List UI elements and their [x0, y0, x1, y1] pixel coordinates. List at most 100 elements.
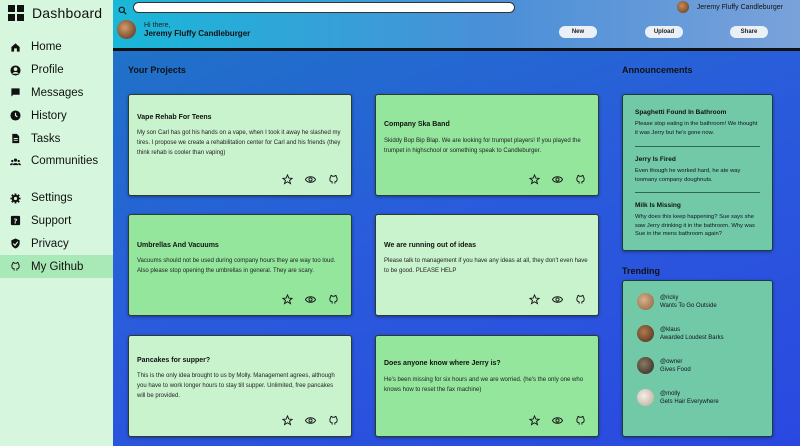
announcement-body: Why does this keep happening? Sue says s…: [635, 214, 755, 237]
sidebar-item-home[interactable]: Home: [0, 36, 113, 59]
search-input[interactable]: [133, 2, 515, 13]
upload-button[interactable]: Upload: [645, 26, 683, 38]
project-title: We are running out of ideas: [384, 242, 477, 249]
project-actions: [529, 415, 586, 426]
project-actions: [529, 174, 586, 185]
sidebar-item-label: Communities: [31, 155, 99, 168]
sidebar-item-privacy[interactable]: Privacy: [0, 232, 113, 255]
trending-title: Trending: [622, 266, 660, 276]
eye-icon[interactable]: [552, 415, 563, 426]
avatar: [637, 293, 654, 310]
new-button[interactable]: New: [559, 26, 597, 38]
avatar: [117, 20, 136, 39]
avatar: [637, 389, 654, 406]
star-icon[interactable]: [282, 294, 293, 305]
trending-item[interactable]: @ricky Wants To Go Outside: [637, 293, 717, 310]
github-icon[interactable]: [328, 294, 339, 305]
star-icon[interactable]: [282, 415, 293, 426]
star-icon[interactable]: [529, 174, 540, 185]
project-description: He's been missing for six hours and we a…: [384, 377, 584, 393]
trending-username: @owner: [660, 358, 683, 365]
star-icon[interactable]: [282, 174, 293, 185]
sidebar-item-label: History: [31, 109, 67, 122]
star-icon[interactable]: [529, 415, 540, 426]
announcement-title: Milk Is Missing: [635, 202, 681, 209]
github-icon[interactable]: [328, 415, 339, 426]
project-card[interactable]: Umbrellas And Vacuums Vacuums should not…: [128, 214, 352, 316]
project-card[interactable]: Does anyone know where Jerry is? He's be…: [375, 335, 599, 437]
sidebar-item-messages[interactable]: Messages: [0, 82, 113, 105]
sidebar-item-support[interactable]: ? Support: [0, 210, 113, 233]
trending-username: @molly: [660, 390, 681, 397]
project-actions: [282, 415, 339, 426]
project-actions: [282, 174, 339, 185]
trending-item[interactable]: @owner Gives Food: [637, 357, 691, 374]
project-card[interactable]: Pancakes for supper? This is the only id…: [128, 335, 352, 437]
announcement-item[interactable]: Milk Is Missing Why does this keep happe…: [635, 202, 760, 239]
profile-icon: [10, 65, 21, 76]
project-title: Umbrellas And Vacuums: [137, 242, 219, 249]
project-card[interactable]: We are running out of ideas Please talk …: [375, 214, 599, 316]
user-menu[interactable]: Jeremy Fluffy Candleburger: [676, 1, 783, 13]
announcement-title: Spaghetti Found In Bathroom: [635, 109, 727, 116]
sidebar-item-label: Settings: [31, 192, 73, 205]
tasks-icon: [10, 133, 21, 144]
history-icon: [10, 110, 21, 121]
project-description: Please talk to management if you have an…: [384, 258, 588, 274]
eye-icon[interactable]: [552, 174, 563, 185]
sidebar-item-label: Privacy: [31, 237, 69, 250]
github-icon[interactable]: [575, 174, 586, 185]
sidebar-item-tasks[interactable]: Tasks: [0, 127, 113, 150]
sidebar-item-communities[interactable]: Communities: [0, 150, 113, 173]
project-card[interactable]: Vape Rehab For Teens My son Carl has got…: [128, 94, 352, 196]
sidebar-item-label: Tasks: [31, 132, 61, 145]
trending-panel: @ricky Wants To Go Outside @klaus Awarde…: [622, 280, 773, 437]
sidebar-item-label: Support: [31, 214, 72, 227]
announcement-body: Even though he worked hard, he ate way t…: [635, 168, 741, 183]
sidebar-item-label: Profile: [31, 64, 64, 77]
sidebar-item-github[interactable]: My Github: [0, 255, 113, 278]
star-icon[interactable]: [529, 294, 540, 305]
eye-icon[interactable]: [305, 174, 316, 185]
sidebar-item-history[interactable]: History: [0, 104, 113, 127]
sidebar-item-settings[interactable]: Settings: [0, 187, 113, 210]
eye-icon[interactable]: [305, 415, 316, 426]
project-title: Company Ska Band: [384, 121, 450, 128]
trending-username: @klaus: [660, 326, 681, 333]
eye-icon[interactable]: [552, 294, 563, 305]
messages-icon: [10, 87, 21, 98]
trending-item[interactable]: @klaus Awarded Loudest Barks: [637, 325, 724, 342]
shield-icon: [10, 238, 21, 249]
brand: Dashboard: [0, 1, 113, 25]
trending-description: Awarded Loudest Barks: [660, 334, 724, 341]
project-title: Vape Rehab For Teens: [137, 114, 212, 121]
github-icon[interactable]: [575, 294, 586, 305]
user-full-name: Jeremy Fluffy Candleburger: [144, 28, 251, 38]
avatar: [676, 1, 689, 13]
primary-nav: Home Profile Messages History Tasks Comm…: [0, 36, 113, 173]
sidebar-item-label: My Github: [31, 260, 84, 273]
project-actions: [529, 294, 586, 305]
project-description: Vacuums should not be used during compan…: [137, 258, 336, 274]
github-icon[interactable]: [328, 174, 339, 185]
support-icon: ?: [10, 215, 21, 226]
trending-username: @ricky: [660, 294, 679, 301]
avatar: [637, 357, 654, 374]
divider: [635, 192, 760, 193]
github-icon[interactable]: [575, 415, 586, 426]
projects-title: Your Projects: [128, 65, 186, 75]
search-icon: [118, 2, 127, 15]
announcement-item[interactable]: Spaghetti Found In Bathroom Please stop …: [635, 109, 760, 137]
trending-item[interactable]: @molly Gets Hair Everywhere: [637, 389, 719, 406]
announcement-item[interactable]: Jerry Is Fired Even though he worked har…: [635, 156, 760, 184]
share-button[interactable]: Share: [730, 26, 768, 38]
dashboard-icon: [8, 5, 24, 21]
eye-icon[interactable]: [305, 294, 316, 305]
communities-icon: [10, 156, 21, 167]
announcement-body: Please stop eating in the bathroom! We t…: [635, 121, 758, 136]
divider: [635, 146, 760, 147]
announcement-title: Jerry Is Fired: [635, 156, 676, 163]
project-card[interactable]: Company Ska Band Skiddy Bop Bip Blap. We…: [375, 94, 599, 196]
gear-icon: [10, 193, 21, 204]
sidebar-item-profile[interactable]: Profile: [0, 59, 113, 82]
